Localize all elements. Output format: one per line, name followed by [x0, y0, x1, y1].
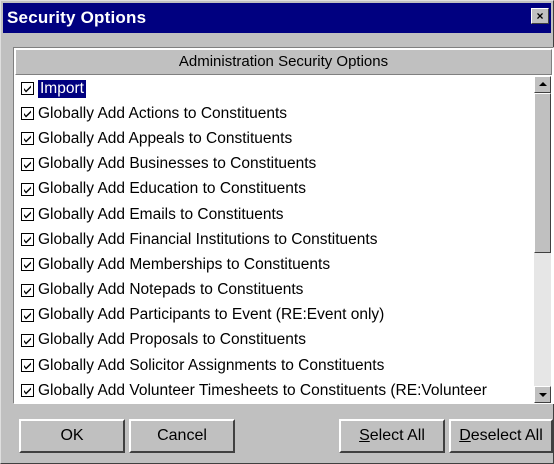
- list-item-label: Globally Add Businesses to Constituents: [38, 155, 317, 173]
- list-rows: Import Globally Add Actions to Constituen…: [15, 76, 534, 403]
- checkmark-icon: [24, 186, 31, 194]
- deselect-all-label: eselect All: [470, 427, 543, 444]
- checkbox[interactable]: [21, 384, 34, 398]
- list-item[interactable]: Globally Add Notepads to Constituents: [15, 278, 534, 303]
- checkbox[interactable]: [21, 82, 34, 96]
- scroll-thumb[interactable]: [534, 93, 551, 253]
- checkbox[interactable]: [21, 182, 34, 196]
- checkbox[interactable]: [21, 157, 34, 171]
- checkmark-icon: [24, 287, 31, 295]
- checkmark-icon: [24, 312, 31, 320]
- list-item[interactable]: Globally Add Solicitor Assignments to Co…: [15, 353, 534, 378]
- security-options-list: Administration Security Options Import Gl…: [13, 47, 554, 404]
- list-item-label: Globally Add Participants to Event (RE:E…: [38, 306, 385, 324]
- list-item[interactable]: Globally Add Volunteer Timesheets to Con…: [15, 378, 534, 403]
- checkmark-icon: [24, 161, 31, 169]
- list-item-label: Globally Add Financial Institutions to C…: [38, 230, 378, 248]
- ok-button[interactable]: OK: [19, 419, 125, 453]
- list-item-label: Globally Add Education to Constituents: [38, 180, 306, 198]
- window-title: Security Options: [7, 8, 147, 27]
- list-item[interactable]: Globally Add Memberships to Constituents: [15, 252, 534, 277]
- deselect-all-button[interactable]: Deselect All: [449, 419, 553, 453]
- checkbox[interactable]: [21, 283, 34, 297]
- checkmark-icon: [24, 110, 31, 118]
- list-header: Administration Security Options: [15, 49, 552, 75]
- checkbox[interactable]: [21, 107, 34, 121]
- vertical-scrollbar[interactable]: [534, 76, 551, 403]
- checkmark-icon: [24, 85, 31, 93]
- checkmark-icon: [24, 236, 31, 244]
- close-button[interactable]: ×: [531, 8, 549, 24]
- list-item[interactable]: Globally Add Actions to Constituents: [15, 101, 534, 126]
- security-options-dialog: Security Options × Administration Securi…: [0, 0, 554, 464]
- cancel-button[interactable]: Cancel: [129, 419, 235, 453]
- list-item[interactable]: Globally Add Proposals to Constituents: [15, 328, 534, 353]
- list-item[interactable]: Globally Add Appeals to Constituents: [15, 126, 534, 151]
- list-item[interactable]: Globally Add Emails to Constituents: [15, 202, 534, 227]
- list-item-label: Globally Add Memberships to Constituents: [38, 255, 331, 273]
- list-item-label: Globally Add Appeals to Constituents: [38, 129, 293, 147]
- select-all-mnemonic: S: [359, 427, 370, 444]
- list-item-label: Globally Add Proposals to Constituents: [38, 331, 306, 349]
- scroll-down-button[interactable]: [534, 386, 551, 403]
- select-all-button[interactable]: Select All: [339, 419, 445, 453]
- list-item-label: Globally Add Volunteer Timesheets to Con…: [38, 381, 487, 399]
- checkbox[interactable]: [21, 233, 34, 247]
- checkmark-icon: [24, 362, 31, 370]
- checkmark-icon: [24, 261, 31, 269]
- list-item-label: Globally Add Notepads to Constituents: [38, 281, 304, 299]
- title-bar: Security Options ×: [3, 3, 551, 33]
- arrow-down-icon: [539, 393, 547, 397]
- checkbox[interactable]: [21, 308, 34, 322]
- checkbox[interactable]: [21, 359, 34, 373]
- checkmark-icon: [24, 211, 31, 219]
- checkbox[interactable]: [21, 333, 34, 347]
- close-icon: ×: [536, 9, 544, 23]
- checkbox[interactable]: [21, 132, 34, 146]
- list-item-label: Globally Add Actions to Constituents: [38, 104, 288, 122]
- scroll-up-button[interactable]: [534, 76, 551, 93]
- checkmark-icon: [24, 337, 31, 345]
- list-item[interactable]: Globally Add Participants to Event (RE:E…: [15, 303, 534, 328]
- list-item[interactable]: Globally Add Education to Constituents: [15, 177, 534, 202]
- list-item-label: Globally Add Solicitor Assignments to Co…: [38, 356, 385, 374]
- list-item-label: Import: [38, 79, 86, 98]
- deselect-all-mnemonic: D: [459, 427, 471, 444]
- list-item[interactable]: Globally Add Financial Institutions to C…: [15, 227, 534, 252]
- checkbox[interactable]: [21, 208, 34, 222]
- list-item[interactable]: Import: [15, 76, 534, 101]
- checkbox[interactable]: [21, 258, 34, 272]
- checkmark-icon: [24, 135, 31, 143]
- list-item-label: Globally Add Emails to Constituents: [38, 205, 284, 223]
- checkmark-icon: [24, 387, 31, 395]
- select-all-label: elect All: [369, 427, 425, 444]
- list-item[interactable]: Globally Add Businesses to Constituents: [15, 152, 534, 177]
- arrow-up-icon: [539, 82, 547, 86]
